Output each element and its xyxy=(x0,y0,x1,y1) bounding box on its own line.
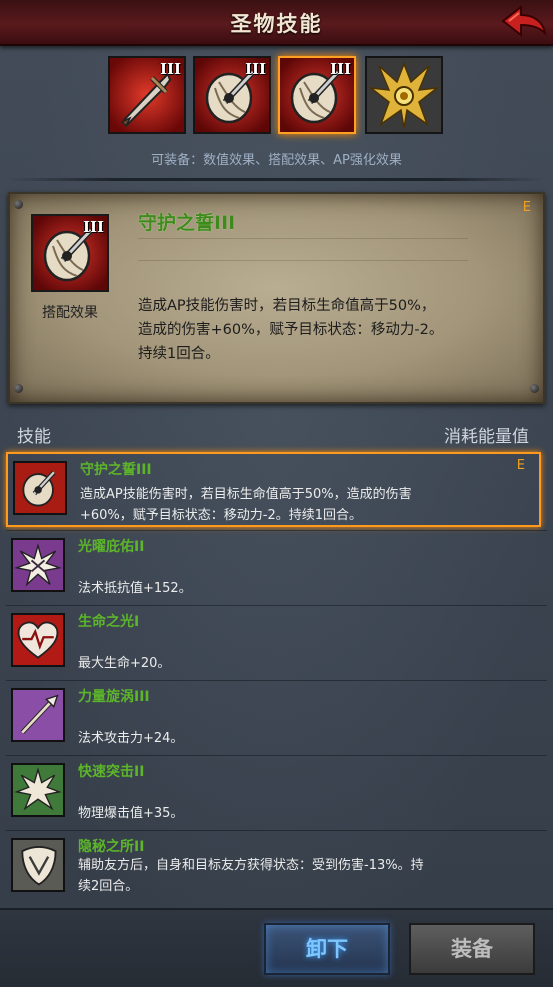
detail-rank-roman: III xyxy=(82,218,104,236)
unequip-button[interactable]: 卸下 xyxy=(264,923,390,975)
header-bar: 圣物技能 xyxy=(0,0,553,46)
relic-skill-screen: 圣物技能 III III III 可装备：数值效果、搭配效果、AP强化效果 II… xyxy=(0,0,553,987)
skill-desc-line: 辅助友方后，自身和目标友方获得状态：受到伤害-13%。持 xyxy=(78,858,424,873)
detail-desc-line: 持续1回合。 xyxy=(138,346,220,362)
skill-name: 隐秘之所II xyxy=(78,839,145,855)
slot-rank-label: III xyxy=(159,60,181,78)
skill-icon xyxy=(11,763,65,817)
burst-icon xyxy=(13,540,63,590)
skill-icon xyxy=(11,613,65,667)
skill-desc-line: 法术抵抗值+152。 xyxy=(78,581,192,596)
skill-desc-line: 物理爆击值+35。 xyxy=(78,806,184,821)
back-button[interactable] xyxy=(499,3,547,41)
skill-desc-line: 造成AP技能伤害时，若目标生命值高于50%，造成的伤害 xyxy=(80,487,412,502)
relic-slot-bar: III III III xyxy=(108,56,448,138)
skill-detail-panel: III 搭配效果 守护之誓III E 造成AP技能伤害时，若目标生命值高于50%… xyxy=(8,192,545,404)
equip-button[interactable]: 装备 xyxy=(409,923,535,975)
skill-desc: 辅助友方后，自身和目标友方获得状态：受到伤害-13%。持 续2回合。 xyxy=(78,855,498,897)
skill-icon xyxy=(13,461,67,515)
list-item[interactable]: 快速突击II 物理爆击值+35。 xyxy=(6,756,541,829)
relic-slot-3[interactable]: III xyxy=(278,56,356,134)
detail-type-label: 搭配效果 xyxy=(42,305,98,321)
relic-slot-2[interactable]: III xyxy=(193,56,271,134)
detail-rank-letter: E xyxy=(522,200,531,215)
rivet xyxy=(14,384,23,393)
skill-desc: 法术攻击力+24。 xyxy=(78,728,498,749)
divider xyxy=(138,238,468,239)
detail-skill-icon: III xyxy=(31,214,109,292)
detail-description: 造成AP技能伤害时，若目标生命值高于50%， 造成的伤害+60%，赋予目标状态：… xyxy=(138,294,508,366)
slot-rank-label: III xyxy=(244,60,266,78)
relic-slot-4[interactable] xyxy=(365,56,443,134)
detail-desc-line: 造成的伤害+60%，赋予目标状态：移动力-2。 xyxy=(138,322,444,338)
list-item[interactable]: 守护之誓III E 造成AP技能伤害时，若目标生命值高于50%，造成的伤害 +6… xyxy=(6,452,541,527)
skill-desc: 最大生命+20。 xyxy=(78,653,498,674)
skill-desc: 法术抵抗值+152。 xyxy=(78,578,498,599)
hidden-shield-icon xyxy=(13,840,63,890)
equip-hint-text: 可装备：数值效果、搭配效果、AP强化效果 xyxy=(151,153,402,168)
list-item[interactable]: 力量旋涡III 法术攻击力+24。 xyxy=(6,681,541,754)
divider xyxy=(6,178,547,181)
skill-desc-line: 续2回合。 xyxy=(78,879,139,894)
detail-skill-name: 守护之誓III xyxy=(138,212,236,234)
skill-name: 生命之光I xyxy=(78,614,140,630)
skill-desc: 物理爆击值+35。 xyxy=(78,803,498,824)
slot-rank-label: III xyxy=(329,60,351,78)
skill-name: 快速突击II xyxy=(78,764,145,780)
detail-desc-line: 造成AP技能伤害时，若目标生命值高于50%， xyxy=(138,298,436,314)
list-item[interactable]: 光曜庇佑II 法术抵抗值+152。 xyxy=(6,531,541,604)
skill-icon xyxy=(11,538,65,592)
page-title: 圣物技能 xyxy=(230,12,323,36)
bottom-action-bar: 卸下 装备 xyxy=(0,908,553,987)
skill-desc-line: 最大生命+20。 xyxy=(78,656,171,671)
energy-column-header: 消耗能量值 xyxy=(444,427,529,447)
skill-name: 力量旋涡III xyxy=(78,689,150,705)
skill-desc: 造成AP技能伤害时，若目标生命值高于50%，造成的伤害 +60%，赋予目标状态：… xyxy=(80,484,500,526)
skill-name: 守护之誓III xyxy=(80,462,152,478)
skill-icon xyxy=(11,688,65,742)
divider xyxy=(138,260,468,261)
star-burst-icon xyxy=(13,765,63,815)
skill-column-header: 技能 xyxy=(17,427,51,447)
rivet xyxy=(14,200,23,209)
back-arrow-icon xyxy=(501,4,547,38)
skill-name: 光曜庇佑II xyxy=(78,539,145,555)
list-item[interactable]: 隐秘之所II 辅助友方后，自身和目标友方获得状态：受到伤害-13%。持 续2回合… xyxy=(6,831,541,904)
skill-icon xyxy=(11,838,65,892)
skill-desc-line: 法术攻击力+24。 xyxy=(78,731,184,746)
skill-desc-line: +60%，赋予目标状态：移动力-2。持续1回合。 xyxy=(80,508,363,523)
list-item[interactable]: 生命之光I 最大生命+20。 xyxy=(6,606,541,679)
relic-slot-1[interactable]: III xyxy=(108,56,186,134)
shield-sword-icon xyxy=(15,463,65,513)
golden-crest-icon xyxy=(367,58,441,132)
spear-icon xyxy=(13,690,63,740)
rivet xyxy=(530,384,539,393)
heart-icon xyxy=(13,615,63,665)
skill-rank: E xyxy=(516,458,525,473)
